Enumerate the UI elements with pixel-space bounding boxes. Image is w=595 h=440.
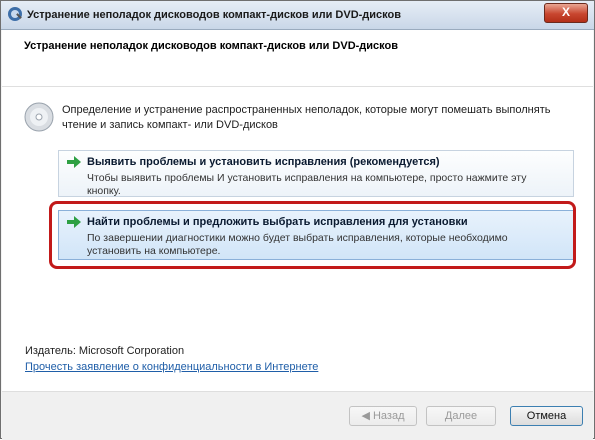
publisher-text: Издатель: Microsoft Corporation: [25, 345, 185, 357]
button-bar: ◀ Назад Далее Отмена: [2, 391, 593, 440]
option-description: Чтобы выявить проблемы И установить испр…: [87, 172, 527, 197]
option-title: Выявить проблемы и установить исправлени…: [87, 156, 440, 168]
disc-icon: [24, 102, 54, 132]
close-icon: X: [561, 5, 570, 19]
green-arrow-icon: [67, 156, 81, 168]
back-label: Назад: [372, 410, 405, 422]
red-highlight-box: [49, 201, 576, 269]
page-title: Устранение неполадок дисководов компакт-…: [24, 40, 399, 52]
back-button[interactable]: ◀ Назад: [349, 406, 417, 426]
option-detect-and-fix[interactable]: Выявить проблемы и установить исправлени…: [58, 150, 574, 197]
back-arrow-icon: ◀: [361, 410, 373, 422]
window-title: Устранение неполадок дисководов компакт-…: [27, 9, 402, 21]
troubleshooter-app-icon: [8, 7, 22, 21]
next-button[interactable]: Далее: [426, 406, 496, 426]
cancel-button[interactable]: Отмена: [510, 406, 583, 426]
description-text: Определение и устранение распространенны…: [62, 104, 551, 131]
title-bar[interactable]: Устранение неполадок дисководов компакт-…: [1, 1, 594, 30]
close-button[interactable]: X: [544, 3, 588, 23]
privacy-link[interactable]: Прочесть заявление о конфиденциальности …: [25, 361, 318, 373]
header-panel: Устранение неполадок дисководов компакт-…: [2, 30, 593, 87]
troubleshooter-window: Устранение неполадок дисководов компакт-…: [0, 0, 595, 440]
